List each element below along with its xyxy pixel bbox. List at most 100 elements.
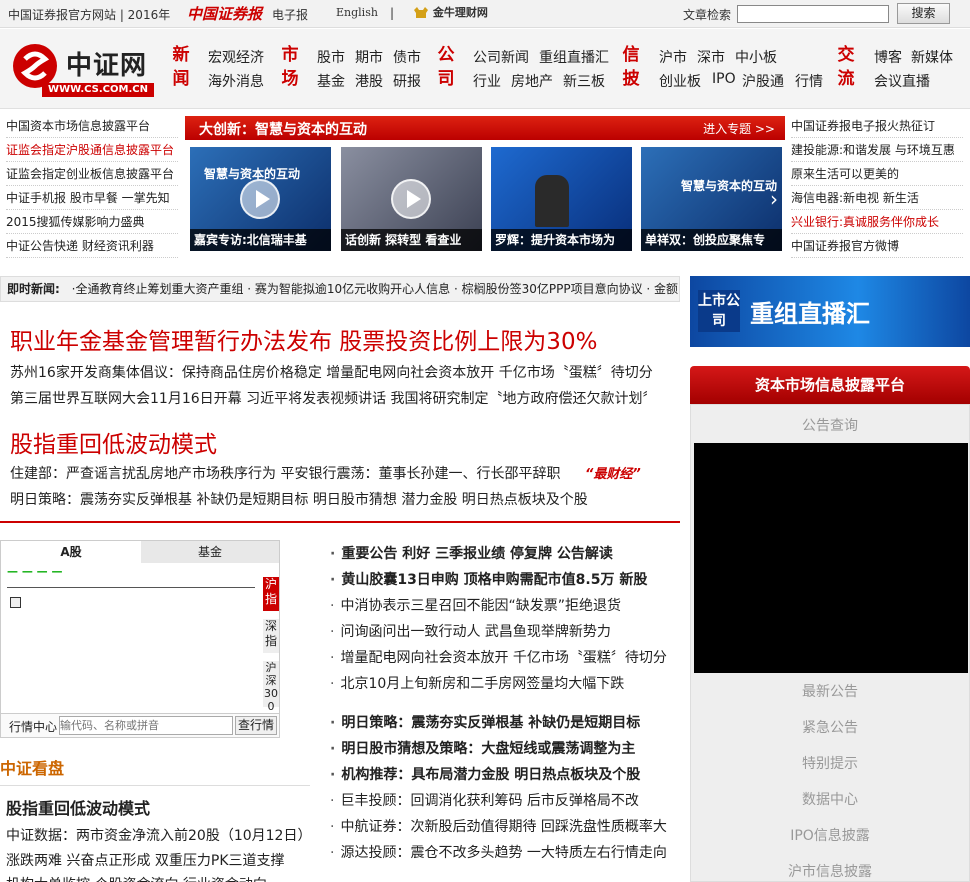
disclosure-title[interactable]: 资本市场信息披露平台 [690, 366, 970, 404]
nav-link[interactable]: 博客 [874, 47, 902, 67]
list-item[interactable]: 海信电器:新电视 新生活 [791, 186, 963, 210]
side-tab-sh[interactable]: 沪指 [263, 577, 279, 611]
nav-link[interactable]: 沪股通 [742, 71, 784, 91]
nav-link[interactable]: 重组直播汇 [539, 47, 609, 67]
list-item[interactable]: 中国资本市场信息披露平台 [6, 114, 178, 138]
nav-link[interactable]: 公司新闻 [473, 47, 529, 67]
feature-title[interactable]: 大创新：智慧与资本的互动 [199, 119, 367, 139]
nav-cat-market[interactable]: 市场 [280, 43, 300, 91]
nav-link[interactable]: 新媒体 [911, 47, 953, 67]
list-item[interactable]: 源达投顾：震仓不改多头趋势 一大特质左右行情走向 [330, 842, 666, 862]
list-item[interactable]: 问询函问出一致行动人 武昌鱼现举牌新势力 [330, 621, 610, 641]
nav-link[interactable]: 港股 [355, 71, 383, 91]
list-item[interactable]: 2015搜狐传媒影响力盛典 [6, 210, 178, 234]
sub-headline[interactable]: 明日策略：震荡夯实反弹根基 补缺仍是短期目标 明日股市猜想 潜力金股 明日热点板… [10, 489, 588, 509]
speaker-figure [535, 175, 569, 227]
nav-link[interactable]: 宏观经济 [208, 47, 264, 67]
list-item[interactable]: 中证手机报 股市早餐 一掌先知 [6, 186, 178, 210]
list-item[interactable]: 中证公告快递 财经资讯利器 [6, 234, 178, 258]
zuicaijing-link[interactable]: “最财经” [585, 463, 641, 482]
nav-link[interactable]: 行业 [473, 71, 501, 91]
nav-cat-news[interactable]: 新闻 [171, 43, 191, 91]
kanpan-headline[interactable]: 股指重回低波动模式 [6, 795, 150, 819]
tab-a-share[interactable]: A股 [1, 541, 141, 563]
list-item[interactable]: 明日策略：震荡夯实反弹根基 补缺仍是短期目标 [330, 712, 640, 732]
list-item[interactable]: 中消协表示三星召回不能因“缺发票”拒绝退货 [330, 595, 621, 615]
nav-link[interactable]: 基金 [317, 71, 345, 91]
nav-link[interactable]: 会议直播 [874, 71, 930, 91]
list-item[interactable]: 明日股市猜想及策略：大盘短线或震荡调整为主 [330, 738, 635, 758]
disclosure-link[interactable]: 最新公告 [691, 681, 969, 701]
feature-thumb[interactable]: 智慧与资本的互动 › 单祥双：创投应聚焦专 [641, 147, 782, 251]
list-item[interactable]: 中国证券报电子报火热征订 [791, 114, 963, 138]
nav-link[interactable]: 沪市 [659, 47, 687, 67]
nav-link[interactable]: 中小板 [735, 47, 777, 67]
nav-link[interactable]: 深市 [697, 47, 725, 67]
list-item[interactable]: 巨丰投顾：回调消化获利筹码 后市反弹格局不改 [330, 790, 638, 810]
play-icon[interactable] [391, 179, 431, 219]
list-item[interactable]: 中航证券：次新股后劲值得期待 回踩洗盘性质概率大 [330, 816, 666, 836]
kanpan-item[interactable]: 机构大单监控 个股资金流向 行业资金动向 [6, 874, 267, 882]
feature-thumb[interactable]: 罗辉：提升资本市场为 [491, 147, 632, 251]
list-item[interactable]: 重要公告 利好 三季报业绩 停复牌 公告解读 [330, 543, 613, 563]
list-item[interactable]: 黄山胶囊13日申购 顶格申购需配市值8.5万 新股 [330, 569, 647, 589]
search-input[interactable] [737, 5, 889, 23]
nav-link[interactable]: 房地产 [511, 71, 553, 91]
kanpan-item[interactable]: 涨跌两难 兴奋点正形成 双重压力PK三道支撑 [6, 850, 285, 870]
list-item[interactable]: 证监会指定创业板信息披露平台 [6, 162, 178, 186]
nav-link[interactable]: 行情 [795, 71, 823, 91]
english-link[interactable]: English [336, 6, 378, 19]
play-icon[interactable] [240, 179, 280, 219]
list-item[interactable]: 原来生活可以更美的 [791, 162, 963, 186]
tab-fund[interactable]: 基金 [141, 541, 279, 563]
list-item[interactable]: 兴业银行:真诚服务伴你成长 [791, 210, 963, 234]
feature-enter-link[interactable]: 进入专题 >> [703, 120, 775, 137]
sub-headline[interactable]: 住建部：严查谣言扰乱房地产市场秩序行为 平安银行震荡：董事长孙建一、行长邵平辞职 [10, 463, 560, 483]
quote-query-bar: 行情中心 查行情 [1, 713, 279, 737]
arrow-right-icon[interactable]: › [770, 187, 778, 211]
list-item[interactable]: 机构推荐：具布局潜力金股 明日热点板块及个股 [330, 764, 640, 784]
kanpan-item[interactable]: 中证数据：两市资金净流入前20股（10月12日） [6, 825, 311, 845]
nav-cat-disclosure[interactable]: 信披 [621, 43, 641, 91]
list-item[interactable]: 北京10月上旬新房和二手房网签量均大幅下跌 [330, 673, 624, 693]
quote-query-input[interactable] [59, 716, 233, 735]
cs-brand-logo[interactable]: 中国证券报 [187, 3, 262, 24]
feature-thumb[interactable]: 智慧与资本的互动 嘉宾专访:北信瑞丰基 [190, 147, 331, 251]
nav-link[interactable]: 股市 [317, 47, 345, 67]
headline[interactable]: 职业年金基金管理暂行办法发布 股票投资比例上限为30% [10, 322, 597, 356]
nav-link[interactable]: 创业板 [659, 71, 701, 91]
kanpan-title[interactable]: 中证看盘 [0, 759, 64, 778]
disclosure-link[interactable]: 沪市信息披露 [691, 861, 969, 881]
epaper-link[interactable]: 电子报 [272, 6, 308, 23]
disclosure-link[interactable]: 紧急公告 [691, 717, 969, 737]
search-button[interactable]: 搜索 [897, 3, 950, 24]
nav-link[interactable]: 债市 [393, 47, 421, 67]
separator: | [390, 6, 395, 20]
headline[interactable]: 股指重回低波动模式 [10, 425, 217, 459]
nav-link[interactable]: 新三板 [563, 71, 605, 91]
list-item[interactable]: 增量配电网向社会资本放开 千亿市场〝蛋糕〞待切分 [330, 647, 666, 667]
nav-link[interactable]: 研报 [393, 71, 421, 91]
sub-headline[interactable]: 第三届世界互联网大会11月16日开幕 习近平将发表视频讲话 我国将研究制定〝地方… [10, 388, 657, 408]
list-item[interactable]: 建投能源:和谐发展 与环境互惠 [791, 138, 963, 162]
disclosure-link[interactable]: 特别提示 [691, 753, 969, 773]
side-tab-hs300[interactable]: 沪深300 [263, 661, 279, 713]
sub-headline[interactable]: 苏州16家开发商集体倡议：保持商品住房价格稳定 增量配电网向社会资本放开 千亿市… [10, 362, 653, 382]
nav-link[interactable]: 期市 [355, 47, 383, 67]
list-item[interactable]: 证监会指定沪股通信息披露平台 [6, 138, 178, 162]
nav-cat-exchange[interactable]: 交流 [836, 43, 856, 91]
nav-cat-company[interactable]: 公司 [436, 43, 456, 91]
nav-link[interactable]: IPO [712, 71, 736, 87]
site-logo[interactable]: 中证网 WWW.CS.COM.CN [10, 39, 160, 99]
disclosure-link[interactable]: 数据中心 [691, 789, 969, 809]
quote-query-button[interactable]: 查行情 [235, 716, 277, 735]
list-item[interactable]: 中国证券报官方微博 [791, 234, 963, 258]
feature-thumb[interactable]: 话创新 探转型 看查业 [341, 147, 482, 251]
ticker-text[interactable]: ·全通教育终止筹划重大资产重组 · 赛为智能拟逾10亿元收购开心人信息 · 棕榈… [72, 282, 678, 296]
restructuring-banner[interactable]: 上市公司 重组直播汇 [690, 276, 970, 347]
side-tab-sz[interactable]: 深指 [263, 619, 279, 653]
jnlc-logo[interactable]: 金牛理财网 [413, 4, 488, 21]
nav-link[interactable]: 海外消息 [208, 71, 264, 91]
disclosure-link[interactable]: 公告查询 [691, 415, 969, 435]
disclosure-link[interactable]: IPO信息披露 [691, 825, 969, 845]
